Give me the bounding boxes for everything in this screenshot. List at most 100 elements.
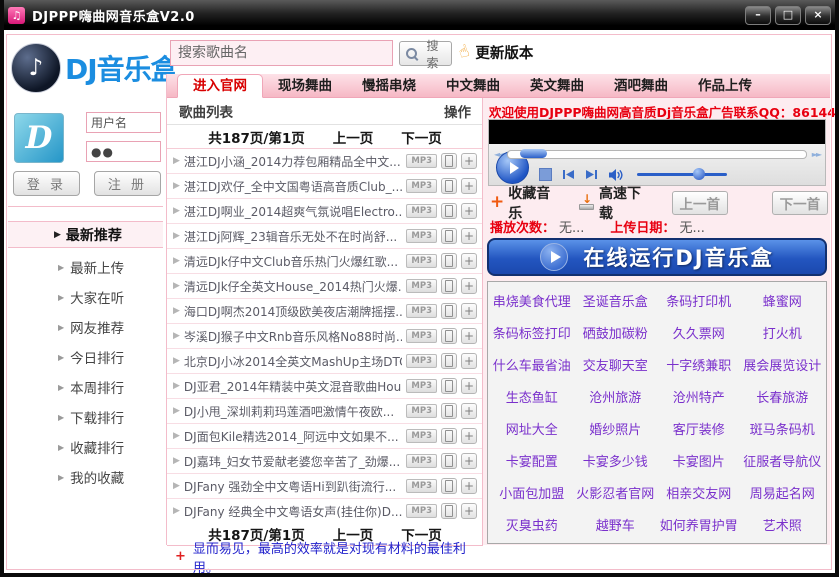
- mp3-badge[interactable]: MP3: [406, 229, 437, 243]
- ad-link[interactable]: 蜂蜜网: [763, 291, 802, 310]
- add-button[interactable]: +: [461, 428, 477, 444]
- mp3-badge[interactable]: MP3: [406, 204, 437, 218]
- ad-link[interactable]: 灭臭虫药: [506, 515, 558, 534]
- ad-link[interactable]: 久久票网: [673, 323, 725, 342]
- mp3-badge[interactable]: MP3: [406, 329, 437, 343]
- ad-link[interactable]: 艺术照: [763, 515, 802, 534]
- add-button[interactable]: +: [461, 303, 477, 319]
- phone-button[interactable]: [441, 378, 457, 394]
- phone-button[interactable]: [441, 178, 457, 194]
- ad-link[interactable]: 打火机: [763, 323, 802, 342]
- fast-forward-icon[interactable]: ►►: [812, 150, 822, 159]
- sidebar-item-friend-recommend[interactable]: ▶ 网友推荐: [8, 312, 163, 342]
- add-button[interactable]: +: [461, 353, 477, 369]
- sidebar-item-latest-recommend[interactable]: ▶ 最新推荐: [8, 221, 163, 248]
- seek-thumb[interactable]: [520, 148, 548, 158]
- song-title[interactable]: DJ小甩_深圳莉莉玛莲酒吧激情午夜欧...: [184, 403, 402, 420]
- ad-link[interactable]: 条码打印机: [666, 291, 731, 310]
- ad-link[interactable]: 相亲交友网: [666, 483, 731, 502]
- ad-link[interactable]: 卡宴配置: [506, 451, 558, 470]
- add-button[interactable]: +: [461, 403, 477, 419]
- song-row[interactable]: ▶ DJFany 强劲全中文粤语Hi到趴街流行... MP3 +: [167, 474, 483, 499]
- seek-bar[interactable]: [507, 148, 807, 159]
- song-row[interactable]: ▶ DJFany 经典全中文粤语女声(挂住你)D... MP3 +: [167, 499, 483, 524]
- ad-link[interactable]: 沧州特产: [673, 387, 725, 406]
- sidebar-item-favorite-rank[interactable]: ▶ 收藏排行: [8, 432, 163, 462]
- mp3-badge[interactable]: MP3: [406, 354, 437, 368]
- add-button[interactable]: +: [461, 328, 477, 344]
- mp3-badge[interactable]: MP3: [406, 179, 437, 193]
- next-track-button[interactable]: [585, 169, 598, 180]
- phone-button[interactable]: [441, 303, 457, 319]
- phone-button[interactable]: [441, 153, 457, 169]
- tab-upload-works[interactable]: 作品上传: [683, 75, 767, 97]
- song-title[interactable]: 湛江DJ小涵_2014力荐包厢精品全中文...: [184, 153, 402, 170]
- sidebar-item-today-rank[interactable]: ▶ 今日排行: [8, 342, 163, 372]
- song-title[interactable]: DJ亚君_2014年精装中英文混音歌曲Hou...: [184, 378, 402, 395]
- mp3-badge[interactable]: MP3: [406, 279, 437, 293]
- song-title[interactable]: 海口DJ啊杰2014顶级欧美夜店潮牌摇摆...: [184, 303, 402, 320]
- add-button[interactable]: +: [461, 253, 477, 269]
- song-title[interactable]: DJFany 强劲全中文粤语Hi到趴街流行...: [184, 478, 402, 495]
- add-button[interactable]: +: [461, 153, 477, 169]
- next-page-link[interactable]: 下一页: [401, 127, 442, 147]
- sidebar-item-now-listening[interactable]: ▶ 大家在听: [8, 282, 163, 312]
- tab-official-site[interactable]: 进入官网: [177, 74, 263, 98]
- phone-button[interactable]: [441, 203, 457, 219]
- phone-button[interactable]: [441, 353, 457, 369]
- maximize-button[interactable]: □: [775, 5, 801, 25]
- ad-link[interactable]: 长春旅游: [756, 387, 808, 406]
- song-title[interactable]: DJ嘉玮_妇女节爱献老婆您辛苦了_劲爆...: [184, 453, 402, 470]
- song-row[interactable]: ▶ 清远DJk仔全英文House_2014热门火爆... MP3 +: [167, 274, 483, 299]
- song-row[interactable]: ▶ 湛江Dj阿辉_23辑音乐无处不在时尚舒... MP3 +: [167, 224, 483, 249]
- mp3-badge[interactable]: MP3: [406, 404, 437, 418]
- mp3-badge[interactable]: MP3: [406, 154, 437, 168]
- previous-song-button[interactable]: 上一首: [671, 190, 728, 215]
- song-title[interactable]: DJFany 经典全中文粤语女声(挂住你)D...: [184, 503, 402, 520]
- phone-button[interactable]: [441, 478, 457, 494]
- song-title[interactable]: 湛江DJ啊业_2014超爽气氛说唱Electro...: [184, 203, 402, 220]
- song-title[interactable]: DJ面包Kile精选2014_阿远中文如果不...: [184, 428, 402, 445]
- ad-link[interactable]: 生态鱼缸: [506, 387, 558, 406]
- song-title[interactable]: 岑溪DJ猴子中文Rnb音乐风格No88时尚...: [184, 328, 402, 345]
- sidebar-item-latest-upload[interactable]: ▶ 最新上传: [8, 252, 163, 282]
- ad-link[interactable]: 展会展览设计: [743, 355, 821, 374]
- add-button[interactable]: +: [461, 503, 477, 519]
- phone-button[interactable]: [441, 278, 457, 294]
- login-button[interactable]: 登 录: [13, 171, 80, 196]
- song-row[interactable]: ▶ DJ小甩_深圳莉莉玛莲酒吧激情午夜欧... MP3 +: [167, 399, 483, 424]
- add-button[interactable]: +: [461, 203, 477, 219]
- song-row[interactable]: ▶ 湛江DJ欢仔_全中文国粤语高音质Club_... MP3 +: [167, 174, 483, 199]
- tab-live-dance[interactable]: 现场舞曲: [263, 75, 347, 97]
- prev-page-link[interactable]: 上一页: [333, 127, 374, 147]
- sidebar-item-download-rank[interactable]: ▶ 下载排行: [8, 402, 163, 432]
- ad-link[interactable]: 沧州旅游: [589, 387, 641, 406]
- ad-link[interactable]: 越野车: [596, 515, 635, 534]
- mp3-badge[interactable]: MP3: [406, 479, 437, 493]
- song-row[interactable]: ▶ 海口DJ啊杰2014顶级欧美夜店潮牌摇摆... MP3 +: [167, 299, 483, 324]
- next-song-button[interactable]: 下一首: [771, 190, 828, 215]
- ad-link[interactable]: 火影忍者官网: [576, 483, 654, 502]
- ad-link[interactable]: 卡宴图片: [673, 451, 725, 470]
- ad-link[interactable]: 串烧美食代理: [493, 291, 571, 310]
- ad-link[interactable]: 交友聊天室: [583, 355, 648, 374]
- ad-link[interactable]: 十字绣兼职: [666, 355, 731, 374]
- mp3-badge[interactable]: MP3: [406, 379, 437, 393]
- song-title[interactable]: 清远DJk仔全英文House_2014热门火爆...: [184, 278, 402, 295]
- song-title[interactable]: 北京DJ小冰2014全英文MashUp主场DTC...: [184, 353, 402, 370]
- volume-slider[interactable]: [637, 168, 727, 180]
- update-version-link[interactable]: ☝ 更新版本: [456, 39, 533, 65]
- phone-button[interactable]: [441, 503, 457, 519]
- add-button[interactable]: +: [461, 478, 477, 494]
- ad-link[interactable]: 斑马条码机: [750, 419, 815, 438]
- tab-bar-dance[interactable]: 酒吧舞曲: [599, 75, 683, 97]
- search-input[interactable]: [170, 40, 393, 66]
- mp3-badge[interactable]: MP3: [406, 429, 437, 443]
- username-field[interactable]: [86, 112, 161, 133]
- song-row[interactable]: ▶ DJ嘉玮_妇女节爱献老婆您辛苦了_劲爆... MP3 +: [167, 449, 483, 474]
- mp3-badge[interactable]: MP3: [406, 504, 437, 518]
- add-button[interactable]: +: [461, 228, 477, 244]
- mp3-badge[interactable]: MP3: [406, 454, 437, 468]
- song-row[interactable]: ▶ DJ面包Kile精选2014_阿远中文如果不... MP3 +: [167, 424, 483, 449]
- ad-link[interactable]: 卡宴多少钱: [583, 451, 648, 470]
